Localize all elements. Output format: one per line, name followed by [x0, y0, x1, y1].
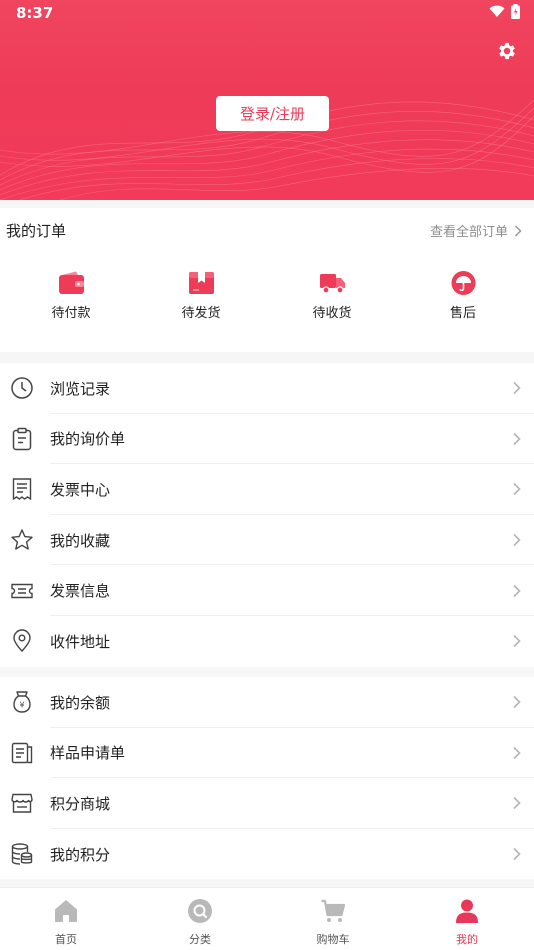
chevron-right-icon — [513, 382, 521, 395]
menu-points-mall[interactable]: 积分商城 — [0, 778, 534, 829]
ticket-icon — [11, 583, 33, 598]
umbrella-icon — [451, 271, 475, 295]
clipboard-icon — [12, 427, 32, 451]
search-circle-icon — [188, 899, 212, 923]
app-screen: 8:37 登录/注册 我的订单 查看全部订单 待付款 待发货 待收货 售后 浏览… — [0, 0, 534, 950]
order-item-label: 售后 — [449, 306, 476, 321]
chevron-right-icon — [513, 432, 521, 445]
menu-label: 我的余额 — [50, 693, 111, 712]
profile-header: 8:37 登录/注册 — [0, 0, 534, 200]
login-register-button[interactable]: 登录/注册 — [216, 96, 329, 131]
menu-my-favorites[interactable]: 我的收藏 — [0, 515, 534, 566]
orders-title: 我的订单 — [6, 222, 67, 240]
menu-my-points[interactable]: 我的积分 — [0, 829, 534, 880]
menu-label: 收件地址 — [50, 632, 111, 651]
star-icon — [11, 529, 33, 550]
menu-label: 我的询价单 — [50, 430, 126, 449]
battery-icon — [511, 4, 520, 19]
view-all-orders-label: 查看全部订单 — [429, 225, 508, 240]
store-icon — [11, 794, 33, 814]
chevron-right-icon — [513, 584, 521, 597]
view-all-orders-link[interactable]: 查看全部订单 — [430, 221, 522, 240]
menu-sample-requests[interactable]: 样品申请单 — [0, 728, 534, 779]
chevron-right-icon — [513, 797, 521, 810]
menu-group-account: ¥ 我的余额 样品申请单 积分商城 我的积分 — [0, 677, 534, 880]
order-item-label: 待收货 — [312, 306, 352, 321]
menu-label: 我的积分 — [50, 845, 111, 864]
clock-icon — [11, 377, 33, 400]
menu-invoice-info[interactable]: 发票信息 — [0, 565, 534, 616]
order-pending-payment[interactable]: 待付款 — [31, 271, 111, 321]
menu-my-balance[interactable]: ¥ 我的余额 — [0, 677, 534, 728]
order-after-sales[interactable]: 售后 — [423, 271, 503, 321]
tab-home[interactable]: 首页 — [26, 898, 106, 947]
status-time: 8:37 — [16, 4, 54, 22]
person-icon — [456, 899, 478, 923]
menu-group-services: 浏览记录 我的询价单 发票中心 我的收藏 发票信息 收件地址 — [0, 363, 534, 667]
menu-label: 发票中心 — [50, 480, 111, 499]
menu-shipping-address[interactable]: 收件地址 — [0, 616, 534, 667]
wallet-icon — [58, 271, 84, 294]
chevron-right-icon — [513, 696, 521, 709]
tab-label: 我的 — [456, 933, 478, 946]
menu-browse-history[interactable]: 浏览记录 — [0, 363, 534, 414]
chevron-right-icon — [514, 224, 522, 237]
receipt-icon — [12, 478, 32, 501]
document-list-icon — [11, 742, 33, 764]
chevron-right-icon — [513, 483, 521, 496]
svg-text:¥: ¥ — [19, 701, 24, 710]
menu-label: 浏览记录 — [50, 379, 111, 398]
menu-invoice-center[interactable]: 发票中心 — [0, 464, 534, 515]
tab-category[interactable]: 分类 — [160, 898, 240, 947]
order-item-label: 待发货 — [181, 306, 221, 321]
my-orders-card: 我的订单 查看全部订单 待付款 待发货 待收货 售后 — [0, 208, 534, 352]
chevron-right-icon — [513, 848, 521, 861]
wifi-icon — [489, 5, 505, 17]
menu-label: 样品申请单 — [50, 744, 126, 763]
status-icons — [489, 4, 520, 19]
menu-label: 我的收藏 — [50, 531, 111, 550]
menu-label: 发票信息 — [50, 582, 111, 601]
location-pin-icon — [13, 629, 31, 653]
coins-stack-icon — [11, 843, 33, 865]
money-bag-icon: ¥ — [13, 691, 31, 713]
home-icon — [55, 900, 77, 922]
chevron-right-icon — [513, 534, 521, 547]
chevron-right-icon — [513, 635, 521, 648]
truck-icon — [319, 274, 345, 294]
menu-label: 积分商城 — [50, 794, 111, 813]
bottom-tab-bar: 首页 分类 购物车 我的 — [0, 887, 534, 950]
order-item-label: 待付款 — [51, 306, 91, 321]
chevron-right-icon — [513, 746, 521, 759]
order-pending-shipment[interactable]: 待发货 — [161, 271, 241, 321]
order-pending-receipt[interactable]: 待收货 — [292, 271, 372, 321]
tab-mine[interactable]: 我的 — [427, 898, 507, 947]
tab-cart[interactable]: 购物车 — [293, 898, 373, 947]
gear-icon[interactable] — [496, 40, 518, 62]
tab-label: 分类 — [189, 933, 211, 946]
cart-icon — [321, 899, 346, 922]
tab-label: 购物车 — [316, 933, 350, 946]
tab-label: 首页 — [55, 933, 77, 946]
menu-my-inquiries[interactable]: 我的询价单 — [0, 414, 534, 465]
package-icon — [188, 272, 214, 294]
